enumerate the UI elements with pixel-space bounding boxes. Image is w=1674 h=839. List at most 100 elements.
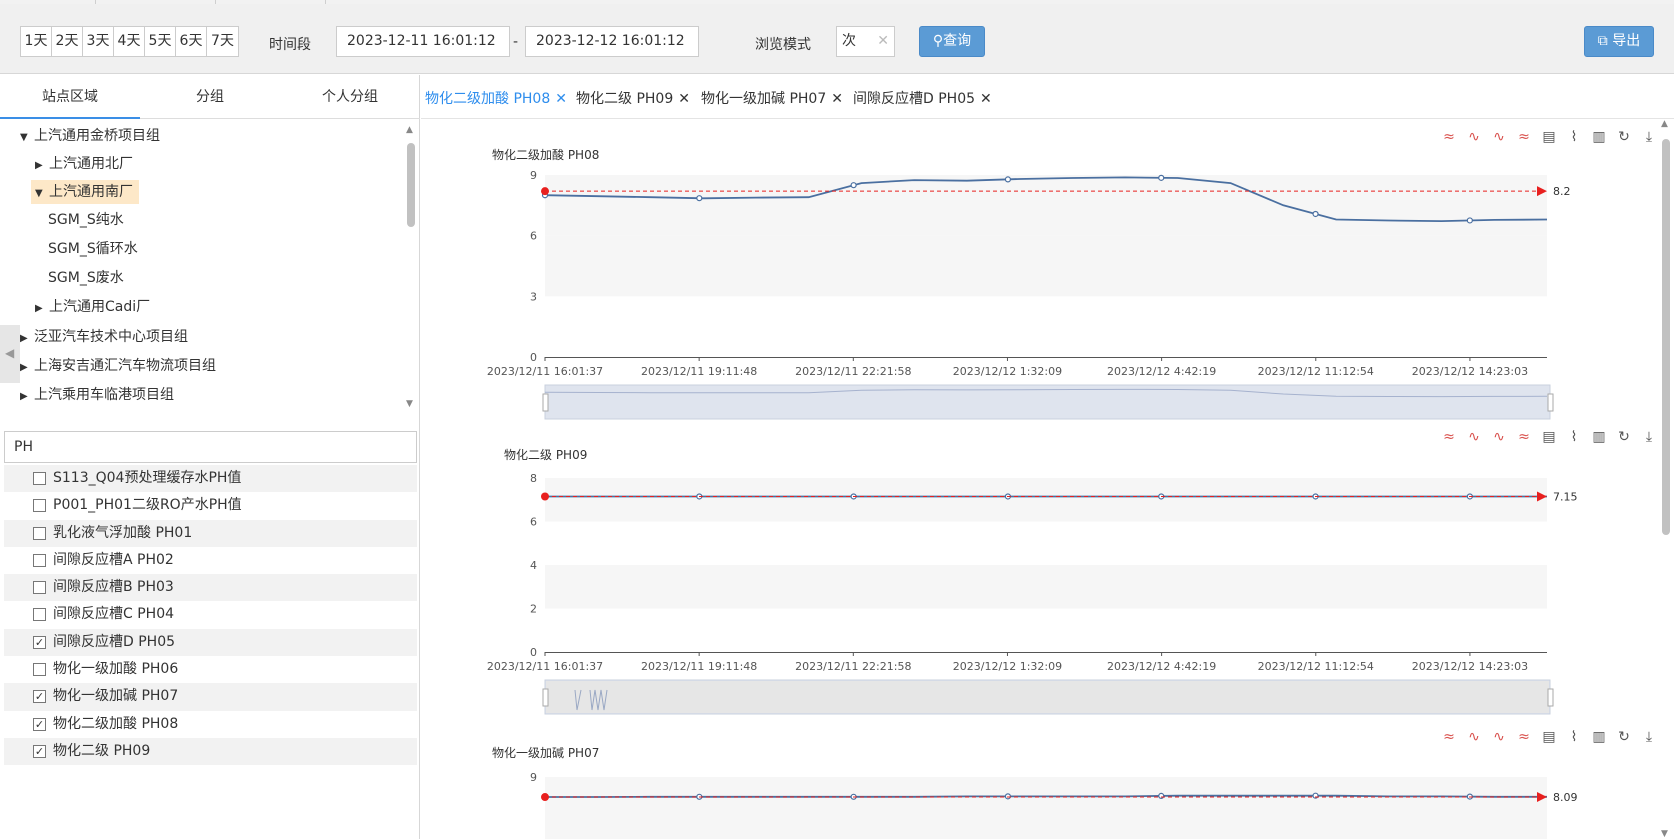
caret-right-icon[interactable]: ▶ [20,356,34,380]
param-list-item[interactable]: 间隙反应槽C PH04 [4,601,417,628]
y-tick-label: 2 [530,603,537,616]
tree-node[interactable]: ▶ 泛亚汽车技术中心项目组 [20,325,188,349]
tree-node-selected[interactable]: ▼ 上汽通用南厂 [31,180,139,204]
zoom-handle-left[interactable] [542,688,549,707]
x-tick-label: 2023/12/12 14:23:03 [1412,365,1528,378]
tab-group[interactable]: 分组 [140,75,280,119]
tree-node-label: 上海安吉通汇汽车物流项目组 [34,358,216,374]
tree-node-label: 上汽通用金桥项目组 [34,128,160,144]
caret-right-icon[interactable]: ▶ [20,327,34,351]
close-icon[interactable]: ✕ [678,91,690,107]
caret-right-icon[interactable]: ▶ [20,385,34,409]
tree-node[interactable]: ▶ 上海安吉通汇汽车物流项目组 [20,354,216,378]
checkbox[interactable] [33,526,46,540]
checkbox[interactable] [33,553,46,567]
checkbox-checked[interactable]: ✓ [33,744,46,758]
tree-node[interactable]: SGM_S纯水 [48,208,124,232]
tree-node[interactable]: ▶ 上汽通用北厂 [35,152,133,176]
tree-node-label: 上汽通用北厂 [49,156,133,172]
chart-tab[interactable]: 物化二级加酸 PH08 ✕ [425,88,567,108]
y-tick-label: 0 [530,351,537,364]
scrollbar-thumb[interactable] [407,143,415,227]
checkbox-checked[interactable]: ✓ [33,635,46,649]
caret-right-icon[interactable]: ▶ [35,297,49,321]
data-point [1158,174,1165,181]
export-button[interactable]: ⧉ 导出 [1584,26,1654,57]
day-4-button[interactable]: 4天 [114,27,145,56]
param-list-item[interactable]: 间隙反应槽B PH03 [4,574,417,602]
scroll-up-icon[interactable]: ▲ [1661,119,1668,129]
query-button-label: 查询 [943,33,972,49]
day-2-button[interactable]: 2天 [52,27,83,56]
end-time-input[interactable]: 2023-12-12 16:01:12 [525,26,699,57]
param-list-item[interactable]: 物化一级加酸 PH06 [4,656,417,683]
tree-node[interactable]: ▶ 上汽乘用车临港项目组 [20,383,174,407]
tree-node[interactable]: SGM_S废水 [48,266,124,290]
scrollbar-thumb[interactable] [1662,139,1670,535]
day-7-button[interactable]: 7天 [207,27,238,56]
tab-personal-group[interactable]: 个人分组 [280,75,420,119]
chart-tab[interactable]: 物化一级加碱 PH07 ✕ [701,88,843,108]
close-icon[interactable]: ✕ [980,91,992,107]
tree-node-label: SGM_S循环水 [48,241,138,257]
y-tick-label: 9 [530,771,537,784]
grid-band [545,565,1547,609]
param-search-input[interactable]: PH [4,431,417,463]
chart-scrollbar[interactable]: ▲ ▼ [1661,119,1671,839]
query-toolbar: 1天 2天 3天 4天 5天 6天 7天 时间段 2023-12-11 16:0… [0,4,1674,74]
scroll-down-icon[interactable]: ▼ [406,399,413,409]
day-3-button[interactable]: 3天 [83,27,114,56]
checkbox[interactable] [33,581,46,595]
tree-node-label: SGM_S纯水 [48,212,124,228]
collapse-panel-handle[interactable]: ◀ [0,325,20,383]
scroll-down-icon[interactable]: ▼ [1661,829,1668,839]
checkbox-checked[interactable]: ✓ [33,690,46,704]
day-1-button[interactable]: 1天 [21,27,52,56]
param-list-item[interactable]: 乳化液气浮加酸 PH01 [4,519,417,547]
caret-right-icon[interactable]: ▶ [35,154,49,178]
param-list-item[interactable]: P001_PH01二级RO产水PH值 [4,492,417,519]
tree-node-label: 泛亚汽车技术中心项目组 [34,329,188,345]
start-time-input[interactable]: 2023-12-11 16:01:12 [336,26,510,57]
close-icon[interactable]: ✕ [555,91,567,107]
close-icon[interactable]: ✕ [831,91,843,107]
param-list-item[interactable]: ✓ 间隙反应槽D PH05 [4,628,417,657]
zoom-handle-right[interactable] [1547,393,1554,412]
zoom-handle-left[interactable] [542,393,549,412]
day-6-button[interactable]: 6天 [176,27,207,56]
tab-site-area[interactable]: 站点区域 [0,75,140,119]
tree-node[interactable]: ▼ 上汽通用金桥项目组 [20,124,160,148]
checkbox-checked[interactable]: ✓ [33,717,46,731]
query-button[interactable]: ⚲查询 [919,26,985,57]
caret-down-icon[interactable]: ▼ [35,182,49,206]
x-tick-label: 2023/12/12 14:23:03 [1412,660,1528,673]
param-list-item[interactable]: ✓ 物化二级加酸 PH08 [4,711,417,738]
threshold-label: 8.09 [1553,791,1578,804]
param-list-item[interactable]: 间隙反应槽A PH02 [4,547,417,574]
x-tick-label: 2023/12/12 1:32:09 [953,660,1062,673]
param-label: 间隙反应槽A PH02 [53,551,174,568]
chevron-left-icon: ◀ [5,346,15,360]
zoom-slider[interactable] [544,384,1551,420]
chart-tab[interactable]: 间隙反应槽D PH05 ✕ [853,88,992,108]
tree-scrollbar[interactable]: ▲ ▼ [406,125,415,409]
param-list-item[interactable]: ✓ 物化二级 PH09 [4,737,417,766]
param-list-item[interactable]: ✓ 物化一级加碱 PH07 [4,683,417,711]
checkbox[interactable] [33,472,46,485]
caret-down-icon[interactable]: ▼ [20,126,34,150]
checkbox[interactable] [33,608,46,622]
time-range-label: 时间段 [269,37,311,53]
checkbox[interactable] [33,663,46,677]
tree-node[interactable]: ▶ 上汽通用Cadi厂 [35,295,150,319]
chart-tab[interactable]: 物化二级 PH09 ✕ [576,88,690,108]
browse-mode-select[interactable]: 次 ✕ [836,26,895,57]
clear-icon[interactable]: ✕ [877,27,889,56]
param-label: 乳化液气浮加酸 PH01 [53,524,193,541]
tree-node[interactable]: SGM_S循环水 [48,237,138,261]
param-label: 物化二级加酸 PH08 [53,715,179,732]
checkbox[interactable] [33,499,46,513]
param-list-item[interactable]: S113_Q04预处理缓存水PH值 [4,465,417,493]
day-5-button[interactable]: 5天 [145,27,176,56]
scroll-up-icon[interactable]: ▲ [406,125,413,135]
zoom-handle-right[interactable] [1547,688,1554,707]
